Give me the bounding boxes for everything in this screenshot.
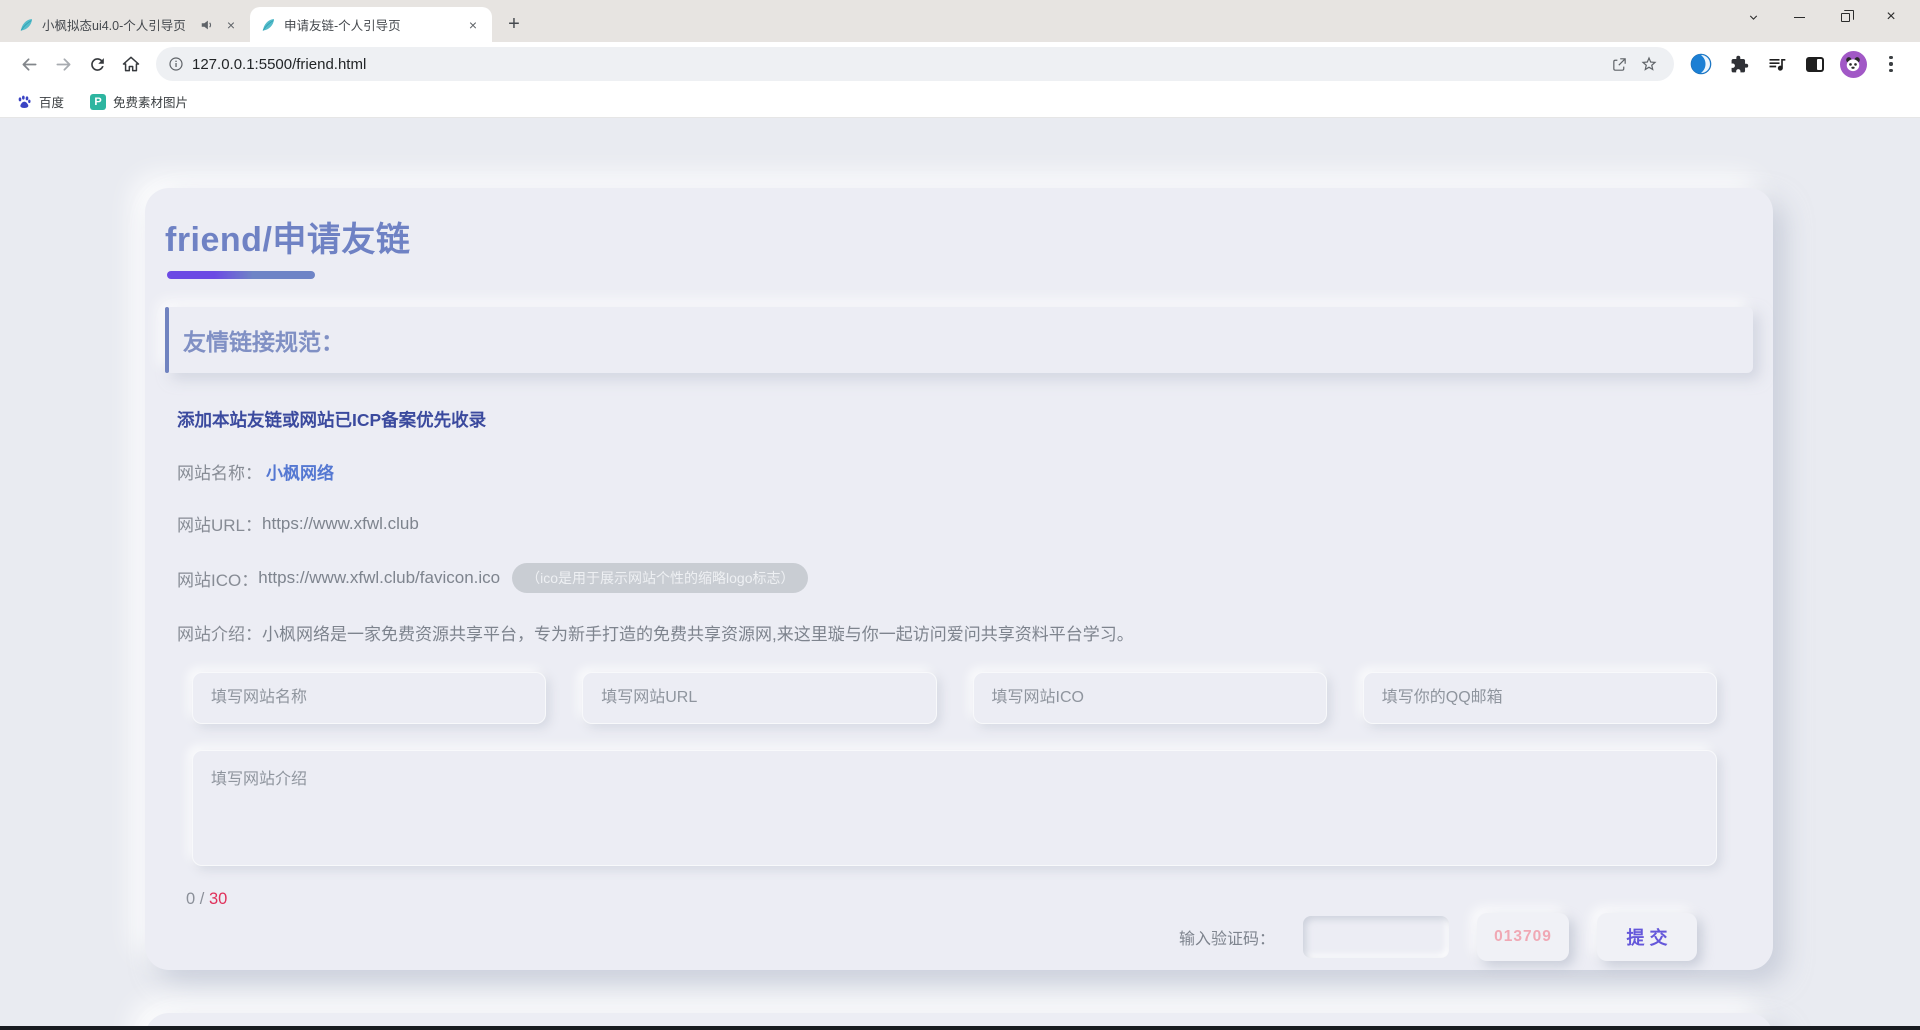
char-counter: 0 / 30 [186,890,1753,909]
site-desc-label: 网站介绍： [177,620,262,645]
tab-search-chevron-icon[interactable] [1730,0,1776,34]
char-counter-max: 30 [209,890,227,908]
site-favicon-icon [18,17,34,33]
bookmark-star-icon[interactable] [1634,49,1664,79]
baidu-paw-icon [16,94,32,110]
site-desc-value: 小枫网络是一家免费资源共享平台，专为新手打造的免费共享资源网,来这里璇与你一起访… [262,620,1134,645]
site-name-value: 小枫网络 [266,459,334,484]
site-description-textarea[interactable] [192,750,1717,866]
captcha-input[interactable] [1303,916,1449,958]
tab-close-icon[interactable]: × [222,16,240,34]
friend-form-card: friend/申请友链 友情链接规范： 添加本站友链或网站已ICP备案优先收录 … [145,188,1773,970]
site-url-input[interactable] [582,672,936,724]
title-underline [167,271,315,279]
extensions-puzzle-icon[interactable] [1722,47,1756,81]
bookmark-baidu[interactable]: 百度 [16,92,64,111]
share-icon[interactable] [1604,49,1634,79]
screen-bottom-edge [0,1026,1920,1030]
browser-toolbar: 127.0.0.1:5500/friend.html [0,42,1920,86]
site-favicon-icon [260,17,276,33]
reload-icon[interactable] [80,47,114,81]
window-minimize-button[interactable] [1776,0,1822,34]
site-ico-input[interactable] [973,672,1327,724]
tab-strip: 小枫拟态ui4.0-个人引导页 × 申请友链-个人引导页 × + × [0,0,1920,42]
site-ico-value: https://www.xfwl.club/favicon.ico [258,568,500,588]
address-bar[interactable]: 127.0.0.1:5500/friend.html [156,47,1674,81]
p-badge-icon: P [90,94,106,110]
char-counter-current: 0 / [186,890,204,908]
window-close-button[interactable]: × [1868,0,1914,34]
site-info-icon[interactable] [168,56,184,72]
bookmark-free-assets[interactable]: P 免费素材图片 [90,92,188,111]
page-title: friend/申请友链 [165,212,1753,261]
tab-title: 小枫拟态ui4.0-个人引导页 [42,15,192,34]
side-panel-icon[interactable] [1798,47,1832,81]
link-rules: 添加本站友链或网站已ICP备案优先收录 网站名称： 小枫网络 网站URL： ht… [177,407,1753,645]
section-header-panel: 友情链接规范： [165,307,1753,373]
bookmark-label: 百度 [39,92,64,111]
section-accent-bar [165,307,169,373]
new-tab-button[interactable]: + [500,10,528,38]
captcha-code[interactable]: 013709 [1477,913,1569,961]
rules-headline: 添加本站友链或网站已ICP备案优先收录 [177,407,486,432]
submit-button[interactable]: 提 交 [1597,913,1697,961]
bookmark-label: 免费素材图片 [113,92,188,111]
section-header: 友情链接规范： [183,323,344,357]
profile-avatar[interactable] [1836,47,1870,81]
playlist-extension-icon[interactable] [1760,47,1794,81]
site-url-label: 网站URL： [177,511,262,536]
tab-title: 申请友链-个人引导页 [284,15,456,34]
qq-email-input[interactable] [1363,672,1717,724]
download-manager-extension-icon[interactable] [1684,47,1718,81]
url-text[interactable]: 127.0.0.1:5500/friend.html [192,56,1604,73]
bookmarks-bar: 百度 P 免费素材图片 [0,86,1920,118]
browser-menu-icon[interactable] [1874,47,1908,81]
captcha-label: 输入验证码： [1179,925,1275,949]
site-name-input[interactable] [192,672,546,724]
site-url-value: https://www.xfwl.club [262,514,419,534]
site-name-label: 网站名称： [177,459,262,484]
back-icon[interactable] [12,47,46,81]
tab-friend-page[interactable]: 申请友链-个人引导页 × [250,7,492,42]
tab-home[interactable]: 小枫拟态ui4.0-个人引导页 × [8,7,250,42]
window-restore-button[interactable] [1822,0,1868,34]
site-ico-label: 网站ICO： [177,566,258,591]
friend-form-inputs [192,672,1717,724]
captcha-row: 输入验证码： 013709 提 交 [165,913,1697,961]
page-content: friend/申请友链 友情链接规范： 添加本站友链或网站已ICP备案优先收录 … [0,118,1920,1030]
forward-icon[interactable] [46,47,80,81]
tab-close-icon[interactable]: × [464,16,482,34]
ico-note-badge: （ico是用于展示网站个性的缩略logo标志） [512,563,808,593]
audio-playing-icon[interactable] [200,18,214,32]
home-icon[interactable] [114,47,148,81]
